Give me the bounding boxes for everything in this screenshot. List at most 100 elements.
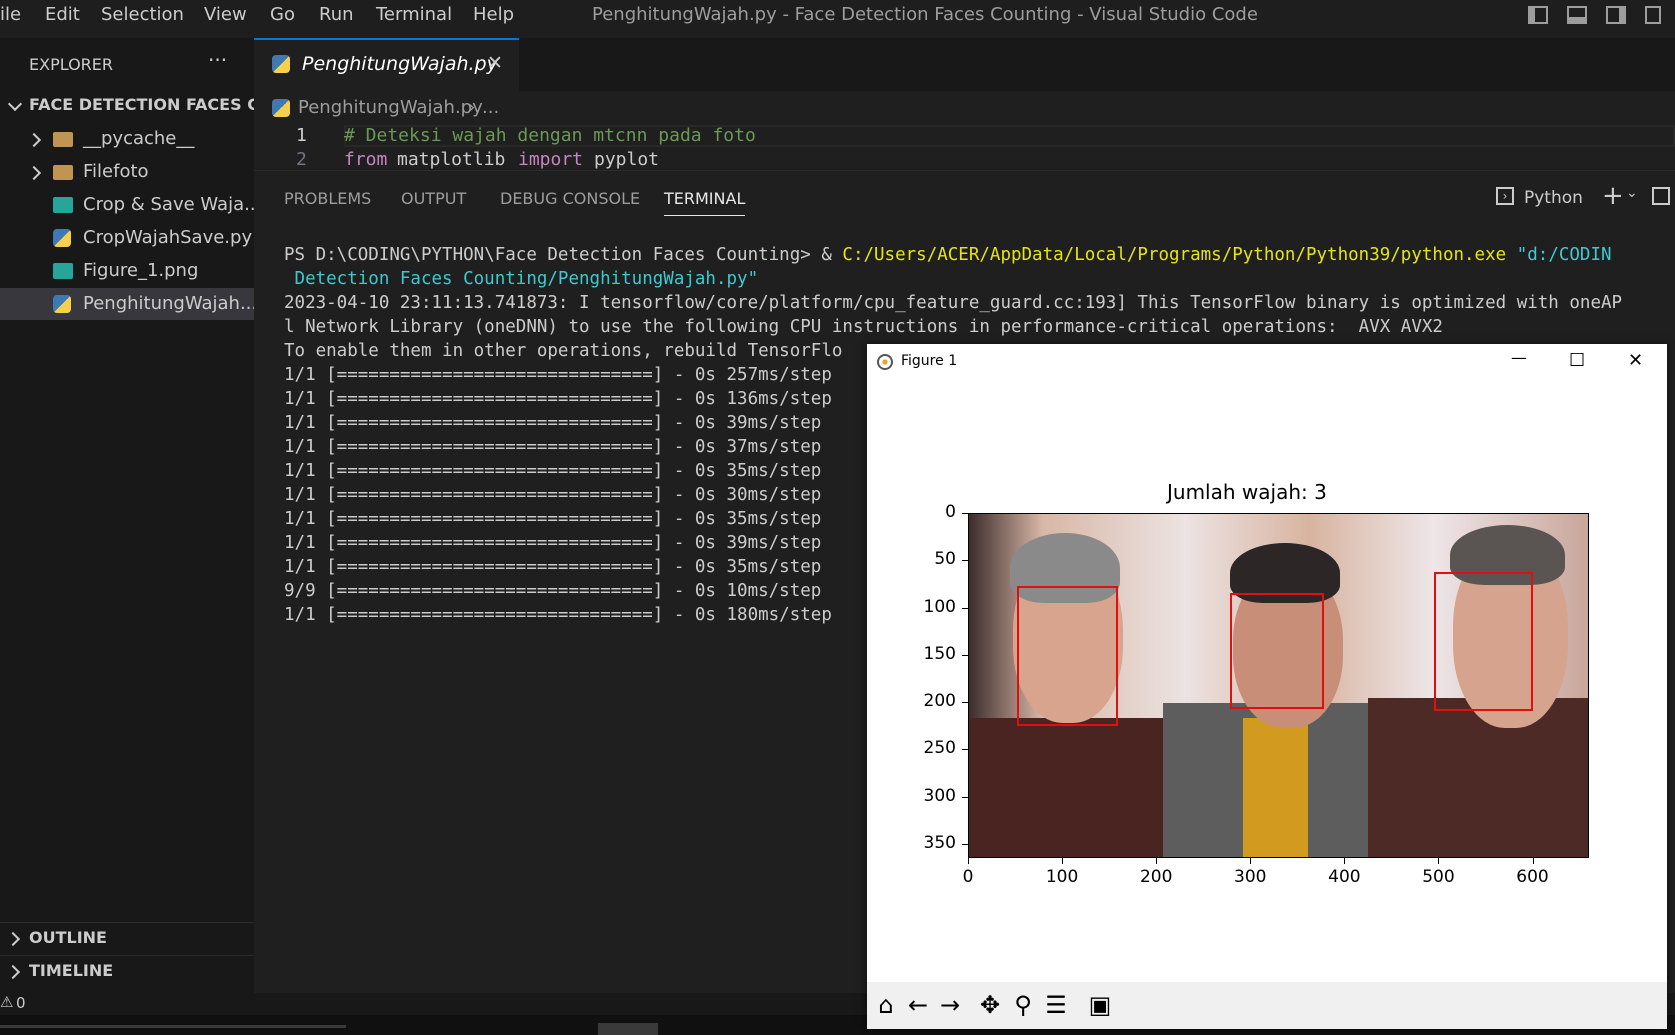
tree-item-penghitungwajah[interactable]: PenghitungWajah.... <box>0 288 263 320</box>
explorer-sidebar: EXPLORER ··· FACE DETECTION FACES C... _… <box>0 38 277 993</box>
y-tick-label: 200 <box>923 691 956 712</box>
python-file-icon <box>272 99 290 117</box>
folder-icon <box>53 132 73 147</box>
menu-edit[interactable]: Edit <box>45 4 80 25</box>
add-terminal-icon[interactable]: + <box>1602 181 1624 211</box>
tab-penghitungwajah[interactable]: PenghitungWajah.py ✕ <box>254 38 519 91</box>
back-icon[interactable]: ← <box>903 990 933 1020</box>
tree-item-cropwajahsave[interactable]: CropWajahSave.py <box>0 222 254 254</box>
tree-item-crop-save-image[interactable]: Crop & Save Waja... <box>0 189 261 221</box>
chevron-right-icon <box>26 132 42 148</box>
image-file-icon <box>53 197 73 213</box>
python-file-icon <box>53 295 71 313</box>
tree-item-label: PenghitungWajah.... <box>83 293 263 314</box>
close-icon[interactable]: ✕ <box>487 52 503 74</box>
title-bar: ile Edit Selection View Go Run Terminal … <box>0 0 1675 32</box>
chevron-down-icon[interactable]: ⌄ <box>1626 185 1638 201</box>
python-file-icon <box>272 55 290 73</box>
warning-icon[interactable]: ⚠ <box>0 993 13 1011</box>
outline-label: OUTLINE <box>29 928 107 947</box>
menu-selection[interactable]: Selection <box>101 4 184 25</box>
y-tick-label: 0 <box>945 502 956 522</box>
taskbar-item[interactable] <box>598 1023 658 1035</box>
y-tick-label: 50 <box>934 549 956 570</box>
configure-icon[interactable]: ☰ <box>1041 990 1071 1020</box>
menu-file[interactable]: ile <box>0 4 21 25</box>
menu-run[interactable]: Run <box>319 4 354 25</box>
tree-item-filefoto[interactable]: Filefoto <box>0 156 254 188</box>
terminal-shell-icon: › <box>1496 187 1514 205</box>
tree-item-pycache[interactable]: __pycache__ <box>0 123 254 155</box>
pan-icon[interactable]: ✥ <box>975 990 1005 1020</box>
editor-tab-bar: PenghitungWajah.py ✕ <box>254 38 1675 91</box>
terminal-line: l Network Library (oneDNN) to use the fo… <box>284 317 1443 337</box>
menu-view[interactable]: View <box>204 4 247 25</box>
y-tick-mark <box>962 796 968 798</box>
y-tick-label: 300 <box>923 785 956 806</box>
line-number: 2 <box>296 149 307 169</box>
chevron-right-icon: › <box>468 97 476 118</box>
code-keyword: from <box>344 149 388 169</box>
menu-help[interactable]: Help <box>473 4 514 25</box>
workspace-folder-header[interactable]: FACE DETECTION FACES C... <box>0 90 277 122</box>
terminal-shell-label[interactable]: Python <box>1524 188 1583 208</box>
breadcrumb-file[interactable]: PenghitungWajah.py <box>298 97 483 118</box>
tab-problems[interactable]: PROBLEMS <box>284 189 371 208</box>
tab-output[interactable]: OUTPUT <box>401 189 466 208</box>
y-tick-label: 350 <box>923 832 956 853</box>
taskbar-item[interactable] <box>0 1025 346 1028</box>
matplotlib-figure-window: Figure 1 — ☐ ✕ Jumlah wajah: 3 0 100 200 30… <box>867 344 1667 1029</box>
terminal-line: PS D:\CODING\PYTHON\Face Detection Faces… <box>284 245 1612 265</box>
tree-item-label: Crop & Save Waja... <box>83 194 262 215</box>
tree-item-figure1-png[interactable]: Figure_1.png <box>0 255 254 287</box>
split-terminal-icon[interactable] <box>1652 187 1670 205</box>
tab-terminal[interactable]: TERMINAL <box>664 189 746 216</box>
y-tick-label: 100 <box>923 596 956 617</box>
menu-go[interactable]: Go <box>270 4 295 25</box>
y-tick-mark <box>962 513 968 514</box>
tree-item-label: Filefoto <box>83 161 149 182</box>
y-tick-mark <box>962 560 968 562</box>
figure-toolbar: ⌂ ← → ✥ ⚲ ☰ ▣ <box>867 982 1667 1029</box>
chevron-right-icon <box>26 165 42 181</box>
window-title: PenghitungWajah.py - Face Detection Face… <box>592 4 1258 25</box>
timeline-label: TIMELINE <box>29 961 114 980</box>
code-editor[interactable]: 1 # Deteksi wajah dengan mtcnn pada foto… <box>254 125 1675 169</box>
tab-label: PenghitungWajah.py <box>302 53 498 75</box>
toggle-panel-icon[interactable] <box>1567 6 1587 24</box>
outline-section-header[interactable]: OUTLINE <box>0 922 254 955</box>
y-tick-label: 150 <box>923 643 956 664</box>
y-tick-mark <box>962 607 968 609</box>
warning-count[interactable]: 0 <box>16 994 26 1012</box>
more-actions-icon[interactable]: ··· <box>208 48 227 72</box>
y-tick-mark <box>962 654 968 656</box>
forward-icon[interactable]: → <box>935 990 965 1020</box>
customize-layout-icon[interactable] <box>1645 6 1661 24</box>
y-tick-mark <box>962 749 968 751</box>
tree-item-label: CropWajahSave.py <box>83 227 253 248</box>
code-comment: # Deteksi wajah dengan mtcnn pada foto <box>344 125 756 146</box>
timeline-section-header[interactable]: TIMELINE <box>0 955 254 988</box>
y-tick-mark <box>962 843 968 845</box>
chevron-down-icon <box>7 96 23 112</box>
y-tick-label: 250 <box>923 738 956 759</box>
terminal-line: Detection Faces Counting/PenghitungWajah… <box>284 269 759 289</box>
home-icon[interactable]: ⌂ <box>871 990 901 1020</box>
python-file-icon <box>53 229 71 247</box>
breadcrumb-more[interactable]: ... <box>482 97 499 118</box>
toggle-sidebar-icon[interactable] <box>1528 6 1548 24</box>
toggle-secondary-sidebar-icon[interactable] <box>1606 6 1626 24</box>
tab-debug-console[interactable]: DEBUG CONSOLE <box>500 189 640 208</box>
menu-terminal[interactable]: Terminal <box>376 4 452 25</box>
explorer-header: EXPLORER <box>29 55 113 74</box>
terminal-line: 2023-04-10 23:11:13.741873: I tensorflow… <box>284 293 1623 313</box>
zoom-icon[interactable]: ⚲ <box>1008 990 1038 1020</box>
chevron-right-icon <box>5 931 21 947</box>
code-name: pyplot <box>594 149 660 169</box>
line-number: 1 <box>296 125 307 146</box>
code-keyword: import <box>518 149 584 169</box>
save-icon[interactable]: ▣ <box>1085 990 1115 1020</box>
tree-item-label: Figure_1.png <box>83 260 199 281</box>
breadcrumb: PenghitungWajah.py › ... <box>254 91 1675 125</box>
workspace-folder-name: FACE DETECTION FACES C... <box>29 95 278 114</box>
